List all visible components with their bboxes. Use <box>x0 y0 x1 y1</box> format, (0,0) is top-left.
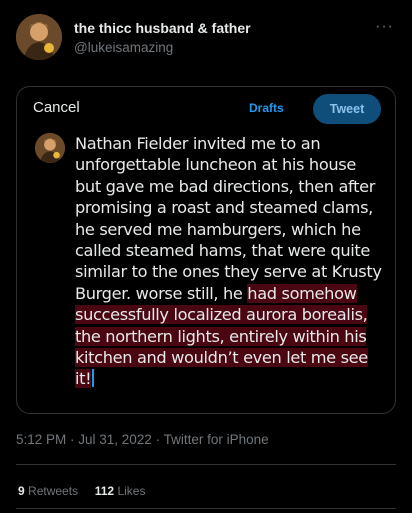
tweet-header: the thicc husband & father @lukeisamazin… <box>16 14 396 64</box>
retweets-label: Retweets <box>28 484 79 498</box>
text-plain-segment: Burger. worse still, he <box>75 283 248 303</box>
text-line: but gave me bad directions, then after <box>75 176 376 196</box>
text-selected-line: the northern lights, entirely within his <box>75 326 367 346</box>
text-line: similar to the ones they serve at Krusty <box>75 262 382 282</box>
likes-stat[interactable]: 112 Likes <box>95 484 146 498</box>
text-selected-line: successfully localized aurora borealis, <box>75 305 368 325</box>
tweet-button[interactable]: Tweet <box>313 94 381 124</box>
text-caret <box>92 369 95 388</box>
divider <box>16 508 396 509</box>
author-avatar[interactable] <box>16 14 62 60</box>
text-line: Nathan Fielder invited me to an <box>75 134 321 153</box>
author-display-name[interactable]: the thicc husband & father <box>74 20 251 36</box>
text-line: promising a roast and steamed clams, <box>75 198 373 218</box>
text-line-mixed: Burger. worse still, he had somehow <box>75 283 385 304</box>
likes-label: Likes <box>117 484 146 498</box>
cancel-button[interactable]: Cancel <box>33 99 80 116</box>
retweets-stat[interactable]: 9 Retweets <box>18 484 78 498</box>
tweet-text-input[interactable]: Nathan Fielder invited me to an unforget… <box>75 133 385 390</box>
divider <box>16 464 396 465</box>
text-selected-segment: had somehow <box>247 283 357 303</box>
author-handle[interactable]: @lukeisamazing <box>74 40 173 55</box>
text-selected-line: kitchen and wouldn’t even let me see <box>75 348 368 368</box>
text-line: he served me hamburgers, which he <box>75 219 361 239</box>
retweets-count: 9 <box>18 484 25 498</box>
tweet-stats: 9 Retweets 112 Likes <box>18 484 145 498</box>
more-options-icon[interactable]: ··· <box>375 18 394 36</box>
text-line: unforgettable luncheon at his house <box>75 155 356 175</box>
likes-count: 112 <box>94 484 115 498</box>
compose-panel: Cancel Drafts Tweet Nathan Fielder invit… <box>16 86 396 414</box>
tweet-timestamp[interactable]: 5:12 PM · Jul 31, 2022 · Twitter for iPh… <box>16 432 269 447</box>
text-selected-line: it! <box>75 369 92 389</box>
text-line: called steamed hams, that were quite <box>75 241 371 261</box>
drafts-button[interactable]: Drafts <box>249 101 284 115</box>
composer-avatar <box>35 133 65 163</box>
